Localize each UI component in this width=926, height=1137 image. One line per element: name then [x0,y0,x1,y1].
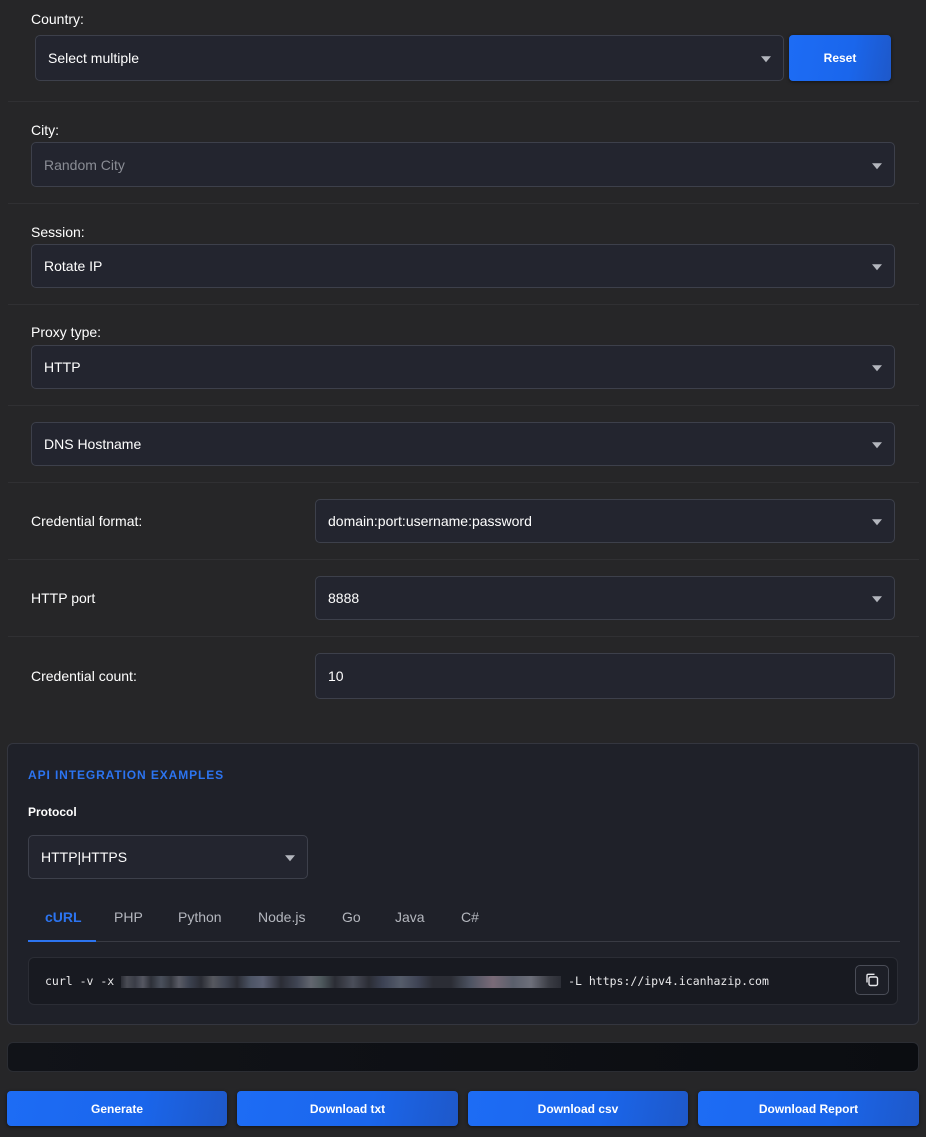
chevron-down-icon [872,162,882,169]
chevron-down-icon [872,596,882,603]
session-label: Session: [31,224,85,240]
chevron-down-icon [285,855,295,862]
session-select[interactable]: Rotate IP [31,244,895,288]
credential-format-select-value: domain:port:username:password [328,513,532,529]
chevron-down-icon [872,264,882,271]
credential-format-row: Credential format: domain:port:username:… [8,483,919,560]
proxy-type-select[interactable]: HTTP [31,345,895,389]
copy-button[interactable] [855,965,889,995]
dns-row: DNS Hostname [8,406,919,483]
reset-button[interactable]: Reset [789,35,891,81]
output-bar [7,1042,919,1072]
country-label: Country: [31,11,84,27]
chevron-down-icon [872,519,882,526]
download-report-button[interactable]: Download Report [698,1091,919,1126]
code-tabs: cURL PHP Python Node.js Go Java C# [28,894,900,942]
country-select-value: Select multiple [48,50,140,66]
tab-nodejs[interactable]: Node.js [258,909,305,925]
dns-select-value: DNS Hostname [44,436,142,452]
dns-select[interactable]: DNS Hostname [31,422,895,466]
http-port-row: HTTP port 8888 [8,560,919,637]
http-port-label: HTTP port [31,590,96,606]
api-integration-panel: API INTEGRATION EXAMPLES Protocol HTTP|H… [7,743,919,1025]
city-select[interactable]: Random City [31,142,895,187]
country-row: Country: Select multiple Reset [8,0,919,102]
country-select[interactable]: Select multiple [35,35,784,81]
protocol-label: Protocol [28,805,77,819]
chevron-down-icon [872,442,882,449]
session-select-value: Rotate IP [44,258,103,274]
credential-format-select[interactable]: domain:port:username:password [315,499,895,543]
city-row: City: Random City [8,102,919,204]
chevron-down-icon [761,56,771,63]
credential-count-input[interactable] [315,653,895,699]
credential-count-label: Credential count: [31,668,137,684]
code-snippet: curl -v -x -L https://ipv4.icanhazip.com [45,974,769,988]
proxy-type-select-value: HTTP [44,359,81,375]
protocol-select[interactable]: HTTP|HTTPS [28,835,308,879]
redacted-credentials [121,975,562,988]
city-label: City: [31,122,59,138]
session-row: Session: Rotate IP [8,204,919,305]
api-section-title: API INTEGRATION EXAMPLES [28,768,225,782]
code-suffix: -L https://ipv4.icanhazip.com [561,974,769,988]
tab-csharp[interactable]: C# [461,909,479,925]
tab-php[interactable]: PHP [114,909,143,925]
copy-icon [866,973,879,987]
tab-java[interactable]: Java [395,909,425,925]
chevron-down-icon [872,365,882,372]
city-select-value: Random City [44,156,125,173]
tab-go[interactable]: Go [342,909,361,925]
active-tab-indicator [28,940,96,942]
proxy-type-label: Proxy type: [31,324,102,340]
credential-format-label: Credential format: [31,513,143,529]
generate-button[interactable]: Generate [7,1091,227,1126]
tab-curl[interactable]: cURL [45,909,82,925]
proxy-type-row: Proxy type: HTTP [8,305,919,406]
code-prefix: curl -v -x [45,974,122,988]
http-port-select-value: 8888 [328,590,360,606]
protocol-select-value: HTTP|HTTPS [41,849,128,865]
download-csv-button[interactable]: Download csv [468,1091,688,1126]
tab-python[interactable]: Python [178,909,222,925]
code-snippet-box: curl -v -x -L https://ipv4.icanhazip.com [28,957,898,1005]
http-port-select[interactable]: 8888 [315,576,895,620]
download-txt-button[interactable]: Download txt [237,1091,458,1126]
credential-count-row: Credential count: [8,637,919,717]
